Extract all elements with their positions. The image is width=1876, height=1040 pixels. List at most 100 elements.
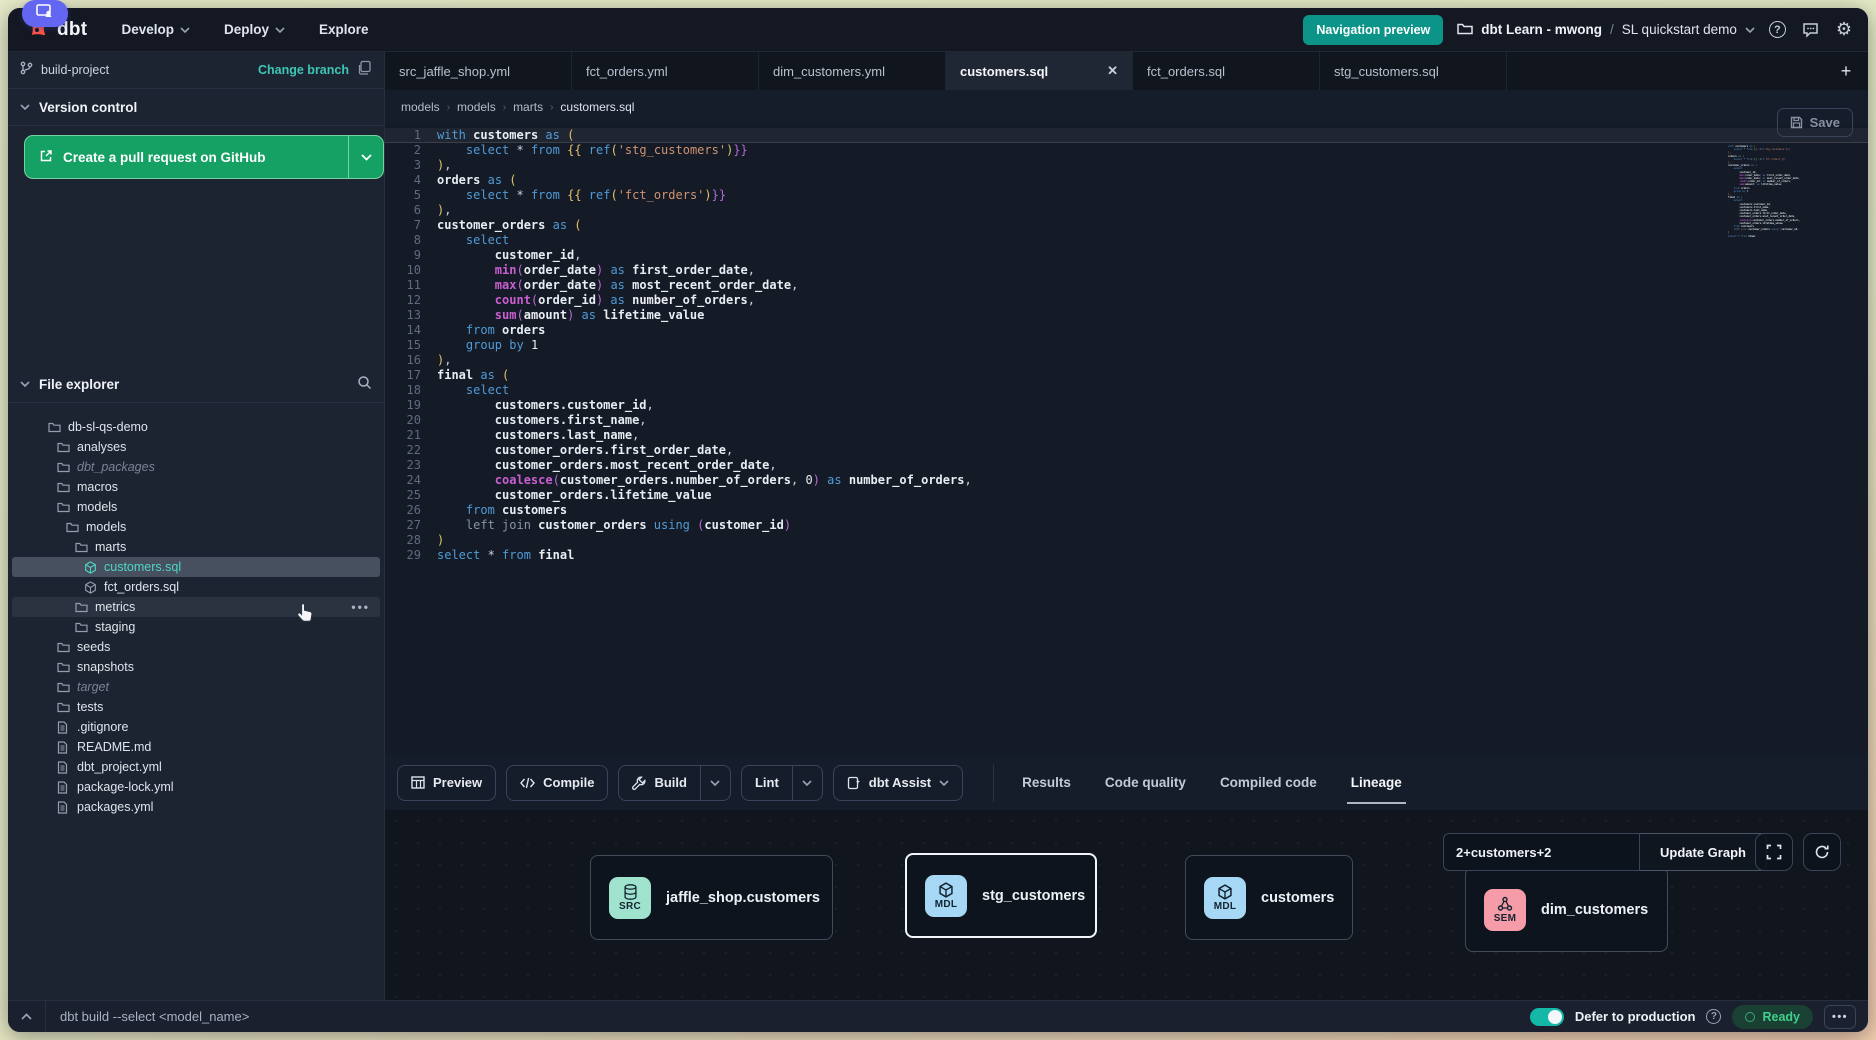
tab-fct-orders-yml[interactable]: fct_orders.yml bbox=[572, 52, 759, 90]
line-number: 5 bbox=[385, 188, 421, 203]
save-button[interactable]: Save bbox=[1777, 108, 1853, 137]
file-label: db-sl-qs-demo bbox=[68, 420, 148, 434]
file-tree-item-packages-yml[interactable]: packages.yml bbox=[12, 797, 380, 817]
file-tree-item-metrics[interactable]: metrics••• bbox=[12, 597, 380, 617]
file-label: README.md bbox=[77, 740, 151, 754]
panel-toolbar: Preview Compile Build Lint dbt Assist Result… bbox=[385, 755, 1868, 810]
file-tree-item-analyses[interactable]: analyses bbox=[12, 437, 380, 457]
nav-item-explore[interactable]: Explore bbox=[319, 22, 369, 37]
file-tree-item-models[interactable]: models bbox=[12, 497, 380, 517]
navigation-preview-button[interactable]: Navigation preview bbox=[1303, 15, 1443, 45]
file-explorer-header[interactable]: File explorer bbox=[8, 366, 384, 403]
defer-toggle[interactable] bbox=[1530, 1008, 1564, 1026]
build-button[interactable]: Build bbox=[618, 765, 731, 801]
new-tab-button[interactable]: + bbox=[1824, 52, 1868, 90]
lineage-node-jaffle-shop-customers[interactable]: SRCjaffle_shop.customers bbox=[590, 855, 833, 940]
file-tree-item-dbt-packages[interactable]: dbt_packages bbox=[12, 457, 380, 477]
build-dropdown[interactable] bbox=[700, 766, 730, 800]
main-nav: Develop Deploy Explore bbox=[121, 22, 368, 37]
lint-dropdown[interactable] bbox=[792, 766, 822, 800]
compile-button[interactable]: Compile bbox=[506, 765, 608, 801]
update-graph-button[interactable]: Update Graph bbox=[1640, 833, 1767, 871]
file-tree-item-customers-sql[interactable]: customers.sql bbox=[12, 557, 380, 577]
create-pr-main[interactable]: Create a pull request on GitHub bbox=[25, 136, 348, 178]
file-tree-item-models[interactable]: models bbox=[12, 517, 380, 537]
panel-tab-results[interactable]: Results bbox=[1022, 755, 1071, 810]
lineage-node-dim-customers[interactable]: SEMdim_customers bbox=[1465, 867, 1668, 952]
file-tree-item-package-lock-yml[interactable]: package-lock.yml bbox=[12, 777, 380, 797]
panel-tab-compiled-code[interactable]: Compiled code bbox=[1220, 755, 1317, 810]
file-tree-item-fct-orders-sql[interactable]: fct_orders.sql bbox=[12, 577, 380, 597]
version-control-header[interactable]: Version control bbox=[8, 89, 384, 126]
lineage-node-stg-customers[interactable]: MDLstg_customers bbox=[905, 853, 1097, 938]
database-icon bbox=[623, 884, 638, 900]
panel-tabs: Results Code quality Compiled code Lineage bbox=[1022, 755, 1402, 810]
cube-icon bbox=[938, 882, 954, 898]
presence-badge bbox=[22, 0, 68, 27]
lineage-selector-input[interactable] bbox=[1443, 833, 1640, 871]
tab-stg-customers-sql[interactable]: stg_customers.sql bbox=[1320, 52, 1507, 90]
line-number: 25 bbox=[385, 488, 421, 503]
file-tree-item-db-sl-qs-demo[interactable]: db-sl-qs-demo bbox=[12, 417, 380, 437]
search-icon[interactable] bbox=[357, 375, 372, 393]
file-tree-item-target[interactable]: target bbox=[12, 677, 380, 697]
crumb-models[interactable]: models bbox=[401, 100, 440, 114]
lineage-panel[interactable]: SRCjaffle_shop.customers MDLstg_customers… bbox=[385, 810, 1868, 1000]
file-tree-item-gitignore[interactable]: .gitignore bbox=[12, 717, 380, 737]
crumb-customers-sql[interactable]: customers.sql bbox=[560, 100, 634, 114]
panel-tab-code-quality[interactable]: Code quality bbox=[1105, 755, 1186, 810]
lineage-node-customers[interactable]: MDLcustomers bbox=[1185, 855, 1353, 940]
defer-help-icon[interactable]: ? bbox=[1706, 1009, 1721, 1024]
editor-tabstrip: src_jaffle_shop.ymlfct_orders.ymldim_cus… bbox=[385, 52, 1868, 90]
file-label: packages.yml bbox=[77, 800, 153, 814]
code-editor[interactable]: 1with customers as (2 select * from {{ r… bbox=[385, 124, 1868, 755]
folder-icon bbox=[57, 482, 71, 493]
file-tree-item-macros[interactable]: macros bbox=[12, 477, 380, 497]
node-name: customers bbox=[1261, 890, 1334, 906]
tab-src-jaffle-shop-yml[interactable]: src_jaffle_shop.yml bbox=[385, 52, 572, 90]
editor-minimap[interactable]: with customers as ( select * from {{ ref… bbox=[1728, 145, 1800, 239]
breadcrumb-separator: / bbox=[1610, 22, 1614, 37]
dbt-assist-button[interactable]: dbt Assist bbox=[833, 765, 963, 801]
tab-fct-orders-sql[interactable]: fct_orders.sql bbox=[1133, 52, 1320, 90]
expand-command-bar-button[interactable] bbox=[8, 1001, 46, 1032]
code-line: 13 sum(amount) as lifetime_value bbox=[385, 308, 1868, 323]
file-tree-item-tests[interactable]: tests bbox=[12, 697, 380, 717]
code-line: 29select * from final bbox=[385, 548, 1868, 563]
command-input[interactable]: dbt build --select <model_name> bbox=[60, 1009, 249, 1024]
nav-item-deploy[interactable]: Deploy bbox=[224, 22, 285, 37]
crumb-models[interactable]: models bbox=[457, 100, 496, 114]
help-icon[interactable]: ? bbox=[1769, 21, 1786, 38]
refresh-button[interactable] bbox=[1803, 833, 1841, 871]
settings-gear-icon[interactable]: ⚙ bbox=[1836, 21, 1852, 39]
file-tree-item-seeds[interactable]: seeds bbox=[12, 637, 380, 657]
file-label: staging bbox=[95, 620, 135, 634]
tab-dim-customers-yml[interactable]: dim_customers.yml bbox=[759, 52, 946, 90]
tab-customers-sql[interactable]: customers.sql✕ bbox=[946, 52, 1133, 90]
file-tree-item-marts[interactable]: marts bbox=[12, 537, 380, 557]
file-tree-item-dbt-project-yml[interactable]: dbt_project.yml bbox=[12, 757, 380, 777]
line-number: 18 bbox=[385, 383, 421, 398]
folder-icon bbox=[66, 522, 80, 533]
line-number: 14 bbox=[385, 323, 421, 338]
create-pr-dropdown[interactable] bbox=[348, 136, 383, 178]
row-more-icon[interactable]: ••• bbox=[351, 600, 370, 614]
create-pr-button[interactable]: Create a pull request on GitHub bbox=[24, 135, 384, 179]
file-tree-item-snapshots[interactable]: snapshots bbox=[12, 657, 380, 677]
panel-tab-lineage[interactable]: Lineage bbox=[1351, 755, 1402, 810]
close-tab-icon[interactable]: ✕ bbox=[1107, 63, 1118, 79]
nav-item-develop[interactable]: Develop bbox=[121, 22, 190, 37]
file-tree-item-staging[interactable]: staging bbox=[12, 617, 380, 637]
feedback-icon[interactable] bbox=[1800, 19, 1822, 41]
change-branch-link[interactable]: Change branch bbox=[258, 63, 349, 77]
lint-button[interactable]: Lint bbox=[741, 765, 823, 801]
docs-icon[interactable] bbox=[357, 60, 372, 80]
action-label: Preview bbox=[433, 775, 482, 790]
account-switcher[interactable]: dbt Learn - mwong / SL quickstart demo bbox=[1457, 22, 1755, 38]
code-line: 1with customers as ( bbox=[385, 128, 1868, 143]
crumb-marts[interactable]: marts bbox=[513, 100, 543, 114]
preview-button[interactable]: Preview bbox=[397, 765, 496, 801]
more-options-button[interactable]: ••• bbox=[1824, 1005, 1856, 1029]
file-tree-item-readme-md[interactable]: README.md bbox=[12, 737, 380, 757]
fullscreen-button[interactable] bbox=[1755, 833, 1793, 871]
